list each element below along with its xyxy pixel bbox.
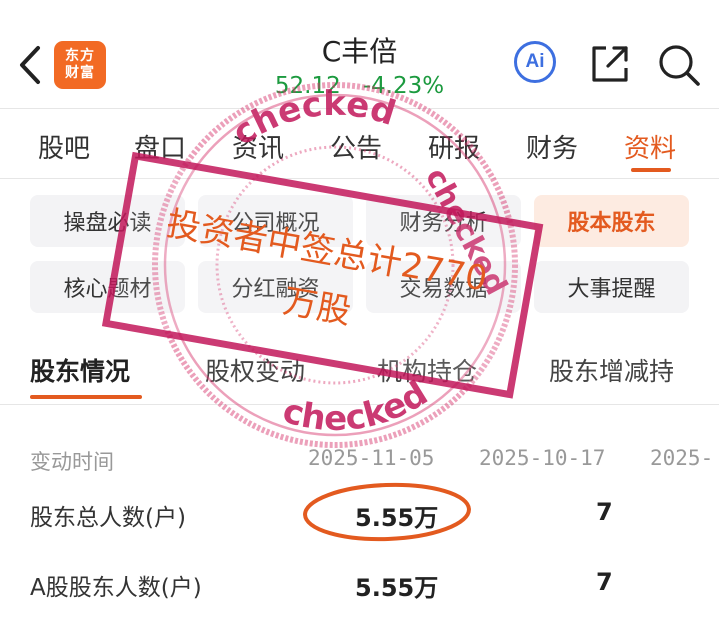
subbtn-major-events[interactable]: 大事提醒 bbox=[534, 261, 689, 313]
subbtn-trading-data[interactable]: 交易数据 bbox=[366, 261, 521, 313]
table-header-date: 2025-10-17 bbox=[479, 446, 606, 470]
sectab-holding-changes[interactable]: 股东增减持 bbox=[549, 352, 674, 388]
tab-news[interactable]: 资讯 bbox=[232, 128, 284, 165]
tab-profile[interactable]: 资料 bbox=[624, 128, 676, 165]
table-header-label: 变动时间 bbox=[30, 450, 114, 474]
subbtn-financial-analysis[interactable]: 财务分析 bbox=[366, 195, 521, 247]
subbtn-trading-guide[interactable]: 操盘必读 bbox=[30, 195, 185, 247]
active-tab-indicator bbox=[631, 168, 671, 172]
tab-finance[interactable]: 财务 bbox=[526, 128, 578, 165]
tab-guba[interactable]: 股吧 bbox=[38, 128, 90, 165]
search-icon[interactable] bbox=[656, 42, 702, 88]
row-label: 股东总人数(户) bbox=[30, 505, 186, 531]
row-label: A股股东人数(户) bbox=[30, 575, 202, 601]
stock-price: 52.12 bbox=[274, 73, 341, 99]
stock-change-pct: -4.23% bbox=[362, 73, 445, 99]
subbtn-core-themes[interactable]: 核心题材 bbox=[30, 261, 185, 313]
subbtn-share-capital[interactable]: 股本股东 bbox=[534, 195, 689, 247]
table-cell: 7 bbox=[596, 568, 613, 596]
tab-pankou[interactable]: 盘口 bbox=[134, 128, 186, 165]
sectab-institutional[interactable]: 机构持仓 bbox=[377, 352, 477, 388]
table-cell: 7 bbox=[596, 498, 613, 526]
tab-announcements[interactable]: 公告 bbox=[330, 128, 382, 165]
subbtn-company-overview[interactable]: 公司概况 bbox=[198, 195, 353, 247]
table-header-date: 2025-11-05 bbox=[308, 446, 435, 470]
header-divider bbox=[0, 108, 719, 109]
table-header-date: 2025- bbox=[650, 446, 714, 470]
sectab-equity-changes[interactable]: 股权变动 bbox=[205, 352, 305, 388]
tab-research[interactable]: 研报 bbox=[428, 128, 480, 165]
ai-assistant-button[interactable]: Ai bbox=[514, 41, 556, 83]
subbtn-dividends-financing[interactable]: 分红融资 bbox=[198, 261, 353, 313]
active-section-indicator bbox=[30, 395, 142, 399]
table-cell: 5.55万 bbox=[355, 504, 439, 532]
section-divider bbox=[0, 404, 719, 405]
sectab-shareholders[interactable]: 股东情况 bbox=[30, 352, 130, 388]
share-icon[interactable] bbox=[588, 42, 632, 86]
tabs-divider bbox=[0, 178, 719, 179]
table-cell: 5.55万 bbox=[355, 574, 439, 602]
